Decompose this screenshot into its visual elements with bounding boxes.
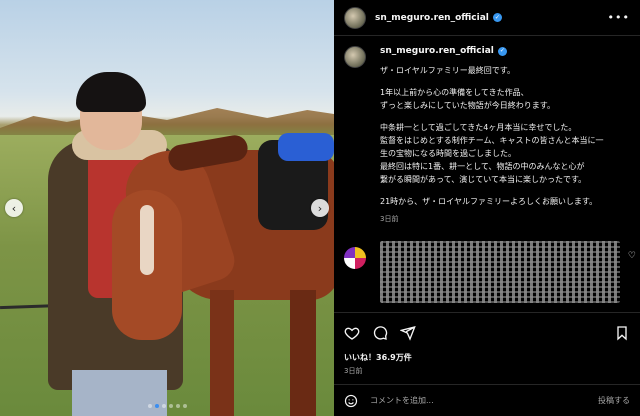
post-actions: いいね！36.9万件 3日前 (334, 312, 640, 382)
carousel-next-button[interactable]: › (311, 199, 329, 217)
emoji-icon[interactable] (344, 394, 358, 408)
post-side-panel: sn_meguro.ren_official ✓ ••• sn_meguro.r… (334, 0, 640, 416)
post-comment-button[interactable]: 投稿する (598, 395, 630, 406)
post-timestamp: 3日前 (344, 367, 363, 375)
comment-input[interactable] (370, 396, 598, 405)
chevron-left-icon: ‹ (11, 201, 17, 215)
caption-body: sn_meguro.ren_official ✓ ザ・ロイヤルファミリー最終回で… (380, 46, 630, 224)
verified-badge-icon: ✓ (497, 46, 507, 56)
caption-timestamp: 3日前 (380, 215, 399, 223)
header-username[interactable]: sn_meguro.ren_official (375, 13, 489, 23)
post-header: sn_meguro.ren_official ✓ ••• (334, 0, 640, 36)
comment-avatar[interactable] (344, 247, 366, 269)
person-hair (76, 72, 146, 112)
horse-leg (290, 290, 316, 416)
caption-text: ザ・ロイヤルファミリー最終回です。 1年以上前から心の準備をしてきた作品、 ずっと楽… (380, 64, 630, 208)
more-options-icon[interactable]: ••• (608, 11, 630, 24)
avatar[interactable] (344, 46, 366, 68)
comment-content-obscured (380, 241, 620, 303)
caption-row: sn_meguro.ren_official ✓ ザ・ロイヤルファミリー最終回で… (344, 46, 630, 224)
instagram-post-view: ‹ › sn_meguro.ren_official ✓ ••• sn_megu… (0, 0, 640, 416)
caption-user: sn_meguro.ren_official ✓ (380, 46, 630, 56)
caption-paragraph: 21時から、ザ・ロイヤルファミリーよろしくお願いします。 (380, 197, 598, 206)
horse-leg (210, 290, 234, 416)
comment-icon[interactable] (372, 325, 388, 341)
carousel-dots (0, 404, 334, 408)
horse-blaze (140, 205, 154, 275)
carousel-dot[interactable] (154, 404, 159, 408)
comment-like-icon[interactable]: ♡ (628, 251, 636, 261)
carousel-dot[interactable] (161, 404, 166, 408)
comment-composer: 投稿する (334, 384, 640, 416)
person-pants (72, 370, 167, 416)
post-photo: ‹ › (0, 0, 334, 416)
likes-count[interactable]: いいね！36.9万件 (344, 352, 630, 363)
caption-username[interactable]: sn_meguro.ren_official (380, 46, 494, 56)
carousel-dot[interactable] (147, 404, 152, 408)
carousel-dot[interactable] (182, 404, 187, 408)
action-icons (344, 323, 630, 343)
carousel-dot[interactable] (168, 404, 173, 408)
horse-saddle-pad (278, 133, 334, 161)
share-icon[interactable] (400, 325, 416, 341)
verified-badge-icon: ✓ (492, 13, 502, 22)
carousel-dot[interactable] (175, 404, 180, 408)
heart-icon[interactable] (344, 325, 360, 341)
chevron-right-icon: › (317, 201, 323, 215)
avatar[interactable] (344, 6, 366, 29)
caption-paragraph: 中条耕一として過ごしてきた4ヶ月本当に幸せでした。 監督をはじめとする制作チーム、… (380, 123, 604, 184)
bookmark-icon[interactable] (614, 325, 630, 341)
caption-paragraph: 1年以上前から心の準備をしてきた作品、 ずっと楽しみにしていた物語が今日終わります… (380, 88, 555, 110)
comment-item: ♡ (344, 241, 636, 311)
caption-area: sn_meguro.ren_official ✓ ザ・ロイヤルファミリー最終回で… (334, 36, 640, 312)
carousel-prev-button[interactable]: ‹ (5, 199, 23, 217)
caption-paragraph: ザ・ロイヤルファミリー最終回です。 (380, 66, 515, 75)
